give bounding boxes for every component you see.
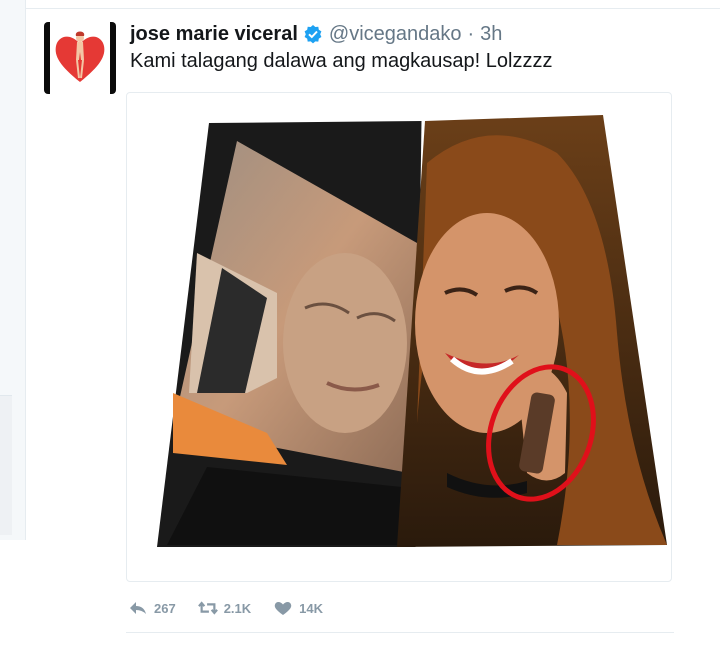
right-photo (397, 115, 667, 547)
retweet-icon (197, 601, 218, 615)
bottom-divider (126, 632, 674, 633)
like-count: 14K (299, 600, 324, 616)
left-photo (157, 121, 423, 547)
left-sidebar-edge (0, 0, 26, 540)
tweet-text: Kami talagang dalawa ang magkausap! Lolz… (130, 50, 553, 72)
user-handle[interactable]: @vicegandako (329, 23, 462, 46)
separator-dot: · (467, 22, 475, 45)
reply-count: 267 (154, 600, 176, 616)
retweet-button[interactable]: 2.1K (197, 600, 252, 616)
avatar[interactable] (44, 22, 116, 94)
verified-badge-icon (304, 25, 322, 44)
reply-button[interactable]: 267 (128, 600, 176, 616)
heart-figure-icon (55, 31, 105, 82)
tweet-actions: 267 2.1K 14K (128, 598, 345, 618)
top-divider (26, 8, 720, 9)
display-name[interactable]: jose marie viceral (130, 23, 298, 46)
left-sidebar-panel (0, 395, 12, 535)
heart-icon (274, 602, 292, 615)
retweet-count: 2.1K (223, 600, 252, 616)
reply-icon (130, 602, 146, 614)
timestamp[interactable]: 3h (480, 23, 502, 46)
tweet-page: jose marie viceral @vicegandako · 3h Kam… (0, 0, 720, 654)
avatar-image (50, 22, 110, 94)
photo-collage (157, 115, 667, 548)
tweet-header: jose marie viceral @vicegandako · 3h (130, 20, 502, 48)
tweet-media[interactable] (126, 92, 672, 582)
like-button[interactable]: 14K (273, 600, 323, 616)
